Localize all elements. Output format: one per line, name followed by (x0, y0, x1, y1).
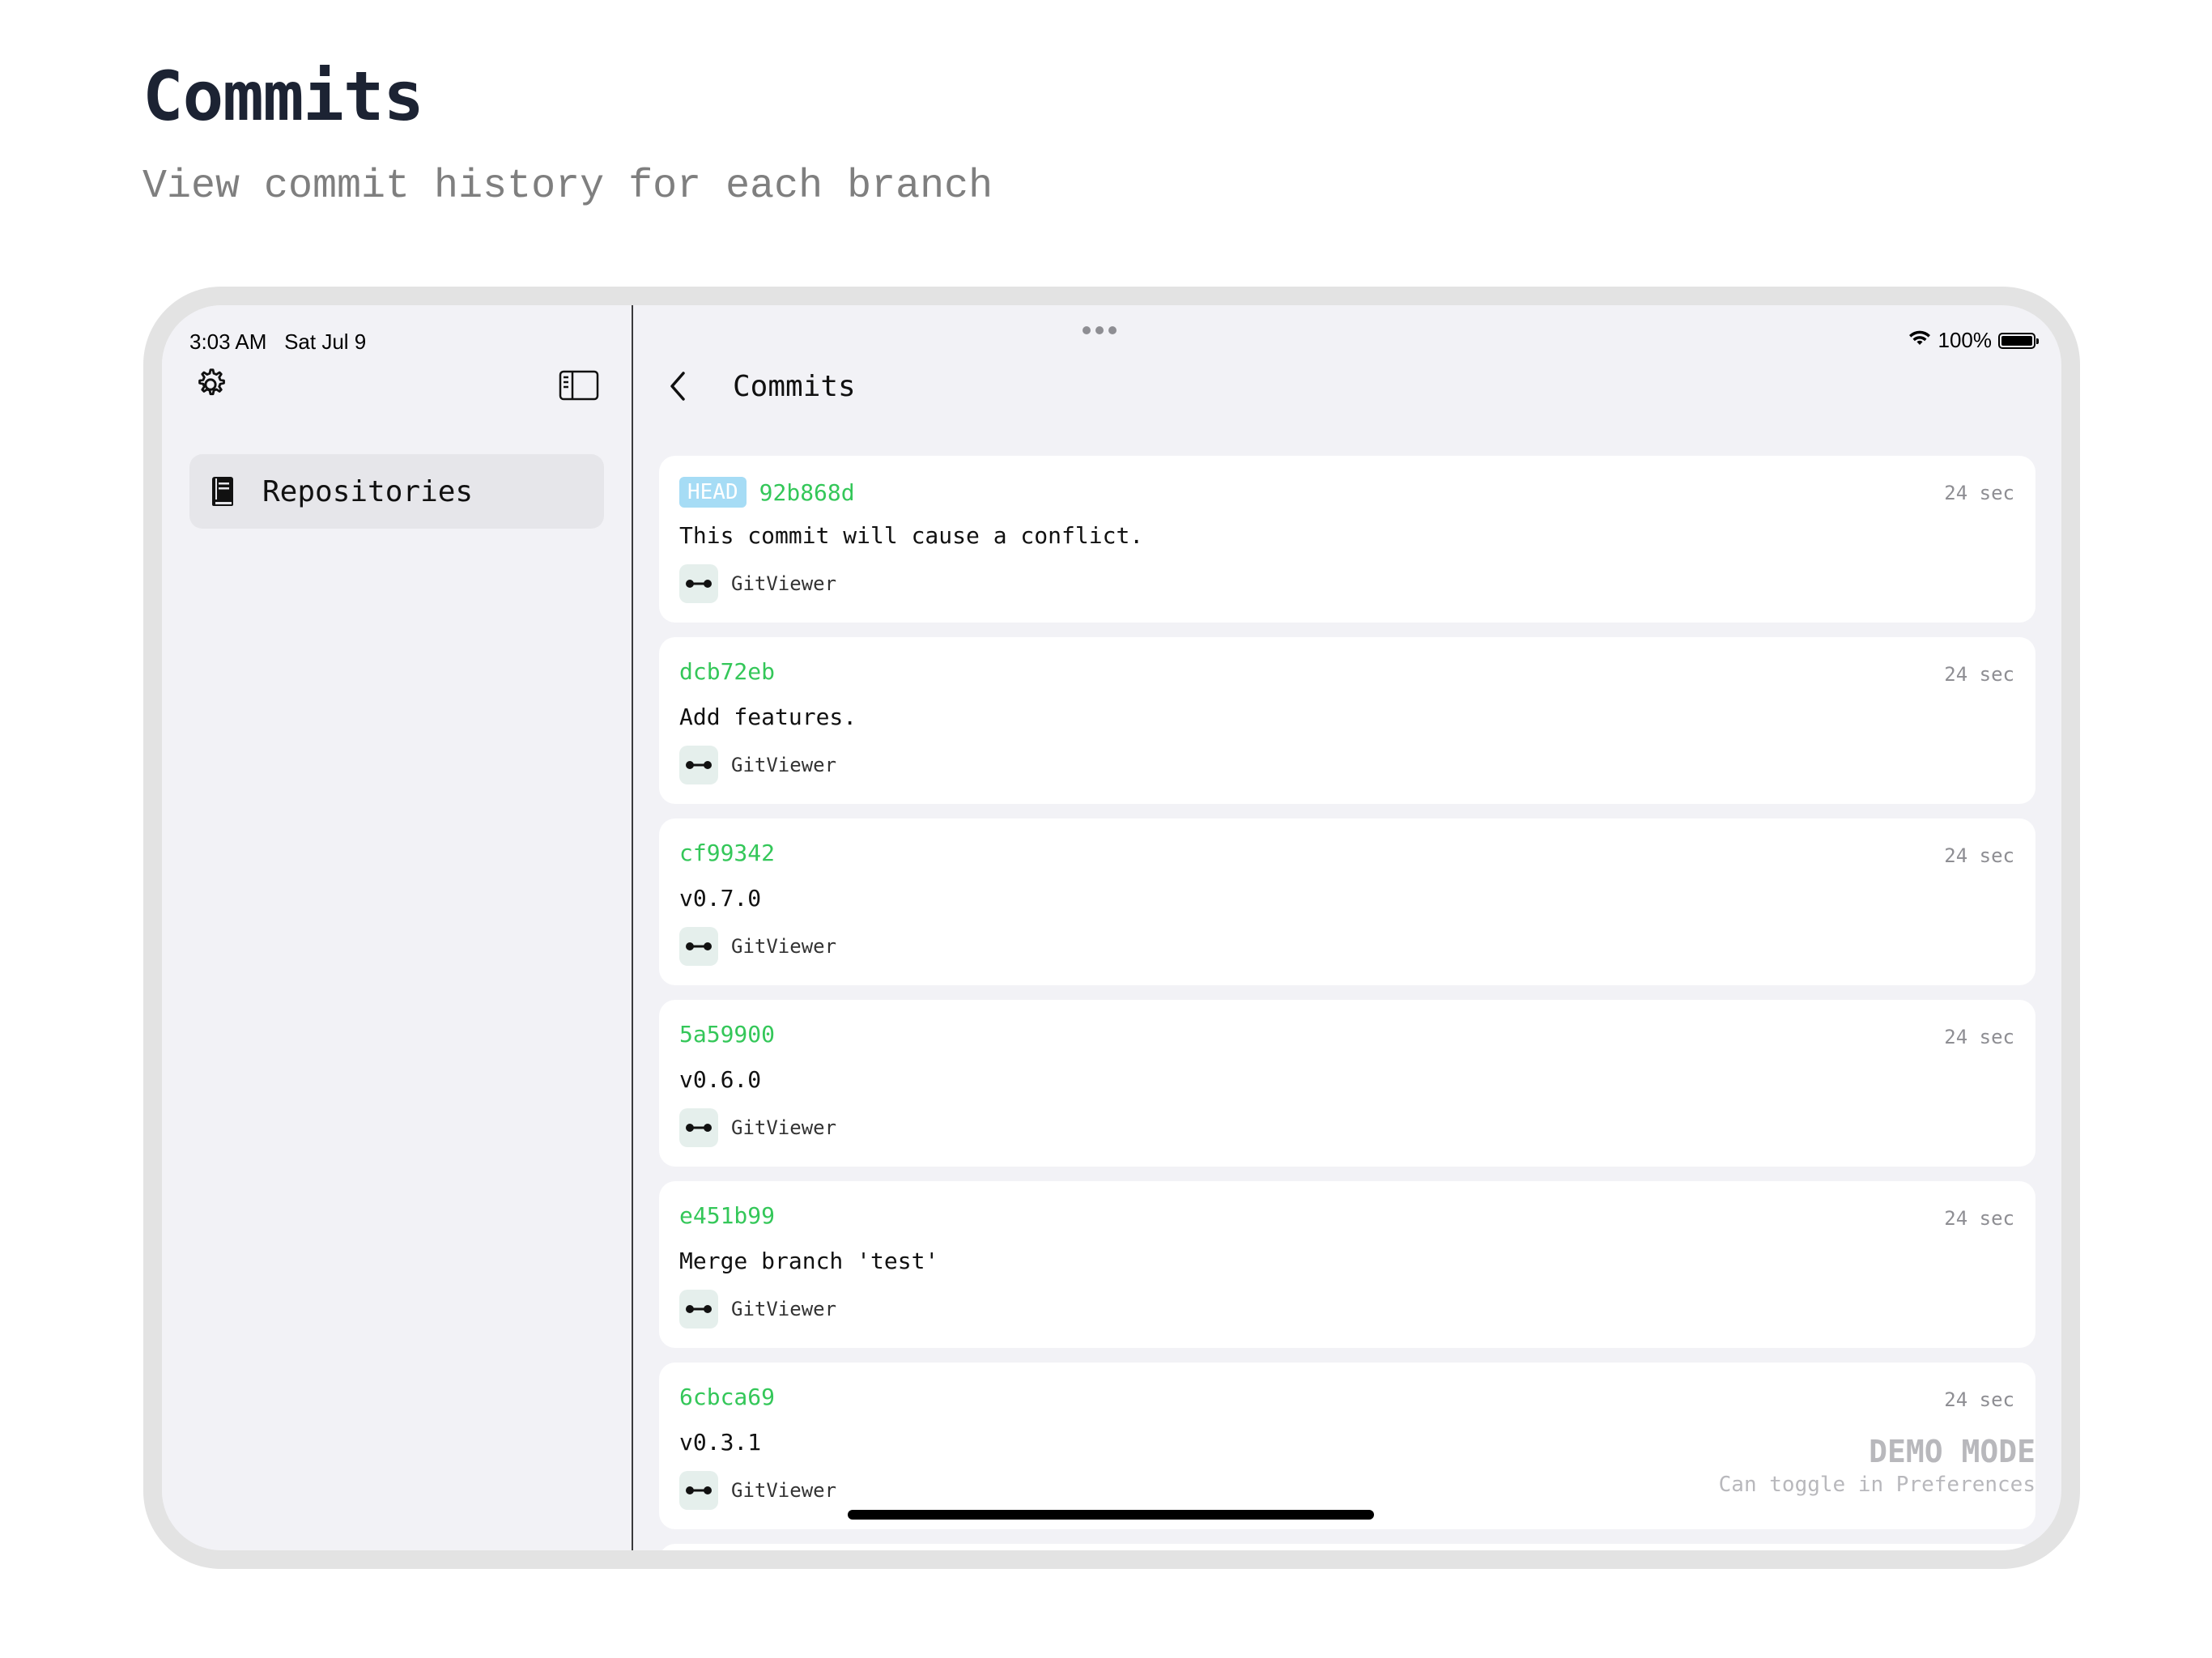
device-screen: 3:03 AM Sat Jul 9 Repositories 100% Comm… (162, 305, 2061, 1550)
home-indicator[interactable] (848, 1510, 1374, 1520)
commit-age: 24 sec (1944, 844, 2014, 867)
commit-age: 24 sec (1944, 1026, 2014, 1048)
demo-mode-watermark: DEMO MODE Can toggle in Preferences (1719, 1434, 2035, 1497)
commit-age: 24 sec (1944, 663, 2014, 686)
commit-message: This commit will cause a conflict. (679, 522, 1144, 549)
commit-author: GitViewer (731, 1479, 837, 1502)
commit-card[interactable]: 5a59900 24 sec v0.6.0 GitViewer (659, 1000, 2035, 1167)
commit-message: v0.7.0 (679, 885, 762, 912)
commit-author-row: GitViewer (679, 1108, 836, 1147)
demo-mode-subtitle: Can toggle in Preferences (1718, 1473, 2035, 1497)
commit-list: HEAD 92b868d 24 sec This commit will cau… (659, 456, 2035, 1550)
commit-age: 24 sec (1944, 1388, 2014, 1411)
demo-mode-title: DEMO MODE (1869, 1434, 2035, 1469)
commit-node-icon (679, 927, 718, 966)
ipad-frame: 3:03 AM Sat Jul 9 Repositories 100% Comm… (143, 287, 2080, 1569)
commit-sha: dcb72eb (679, 658, 776, 685)
battery-percent: 100% (1938, 328, 1993, 352)
commit-node-icon (679, 564, 718, 603)
settings-button[interactable] (191, 367, 230, 406)
head-badge: HEAD (679, 477, 747, 508)
sidebar-toggle-icon (559, 370, 599, 404)
commit-header: HEAD 92b868d (679, 477, 855, 508)
back-button[interactable] (666, 370, 690, 406)
gear-icon (192, 366, 229, 406)
status-time: 3:03 AM Sat Jul 9 (189, 329, 367, 354)
commit-message: v0.6.0 (679, 1066, 762, 1093)
commit-header: e451b99 (679, 1202, 775, 1229)
commit-sha: cf99342 (679, 840, 776, 866)
sidebar: 3:03 AM Sat Jul 9 Repositories (162, 305, 633, 1550)
commit-header: cf99342 (679, 840, 775, 866)
commit-author-row: GitViewer (679, 927, 836, 966)
commit-node-icon (679, 1471, 718, 1510)
commit-header: 6cbca69 (679, 1384, 775, 1410)
commit-author: GitViewer (731, 754, 837, 776)
page-title: Commits (143, 57, 424, 136)
commit-message: v0.3.1 (679, 1429, 762, 1456)
commit-node-icon (679, 1290, 718, 1329)
commit-header: 5a59900 (679, 1021, 775, 1048)
sidebar-item-label: Repositories (262, 474, 474, 508)
commit-sha: e451b99 (679, 1202, 776, 1229)
commit-sha: 6cbca69 (679, 1384, 776, 1410)
sidebar-item-repositories[interactable]: Repositories (189, 454, 604, 529)
commit-author: GitViewer (731, 1298, 837, 1320)
status-indicators: 100% (1908, 328, 2039, 353)
commit-author-row: GitViewer (679, 1471, 836, 1510)
commit-author-row: GitViewer (679, 746, 836, 784)
commit-author: GitViewer (731, 572, 837, 595)
battery-icon (1998, 332, 2039, 349)
commit-author: GitViewer (731, 1116, 837, 1139)
commit-age: 24 sec (1944, 1207, 2014, 1230)
commit-header: dcb72eb (679, 658, 775, 685)
commit-card[interactable]: dcb72eb 24 sec Add features. GitViewer (659, 637, 2035, 804)
commit-age: 24 sec (1944, 482, 2014, 504)
sidebar-toggle-button[interactable] (559, 370, 599, 404)
commit-author-row: GitViewer (679, 1290, 836, 1329)
commit-node-icon (679, 1108, 718, 1147)
detail-pane: 100% Commits HEAD 92b868d 24 sec This co… (633, 305, 2061, 1550)
commit-sha: 92b868d (759, 478, 855, 506)
commit-sha: 5a59900 (679, 1021, 776, 1048)
chevron-left-icon (667, 370, 688, 406)
multitasking-dots[interactable] (1083, 326, 1117, 334)
commit-card-partial[interactable] (659, 1544, 2035, 1550)
commit-message: Add features. (679, 704, 857, 730)
commit-card[interactable]: cf99342 24 sec v0.7.0 GitViewer (659, 818, 2035, 985)
page-subtitle: View commit history for each branch (143, 164, 993, 210)
wifi-icon (1908, 328, 1932, 353)
book-icon (211, 475, 236, 508)
commit-card[interactable]: HEAD 92b868d 24 sec This commit will cau… (659, 456, 2035, 623)
nav-title: Commits (733, 370, 856, 403)
commit-author-row: GitViewer (679, 564, 836, 603)
commit-card[interactable]: e451b99 24 sec Merge branch 'test' GitVi… (659, 1181, 2035, 1348)
commit-message: Merge branch 'test' (679, 1248, 939, 1274)
commit-node-icon (679, 746, 718, 784)
commit-author: GitViewer (731, 935, 837, 958)
